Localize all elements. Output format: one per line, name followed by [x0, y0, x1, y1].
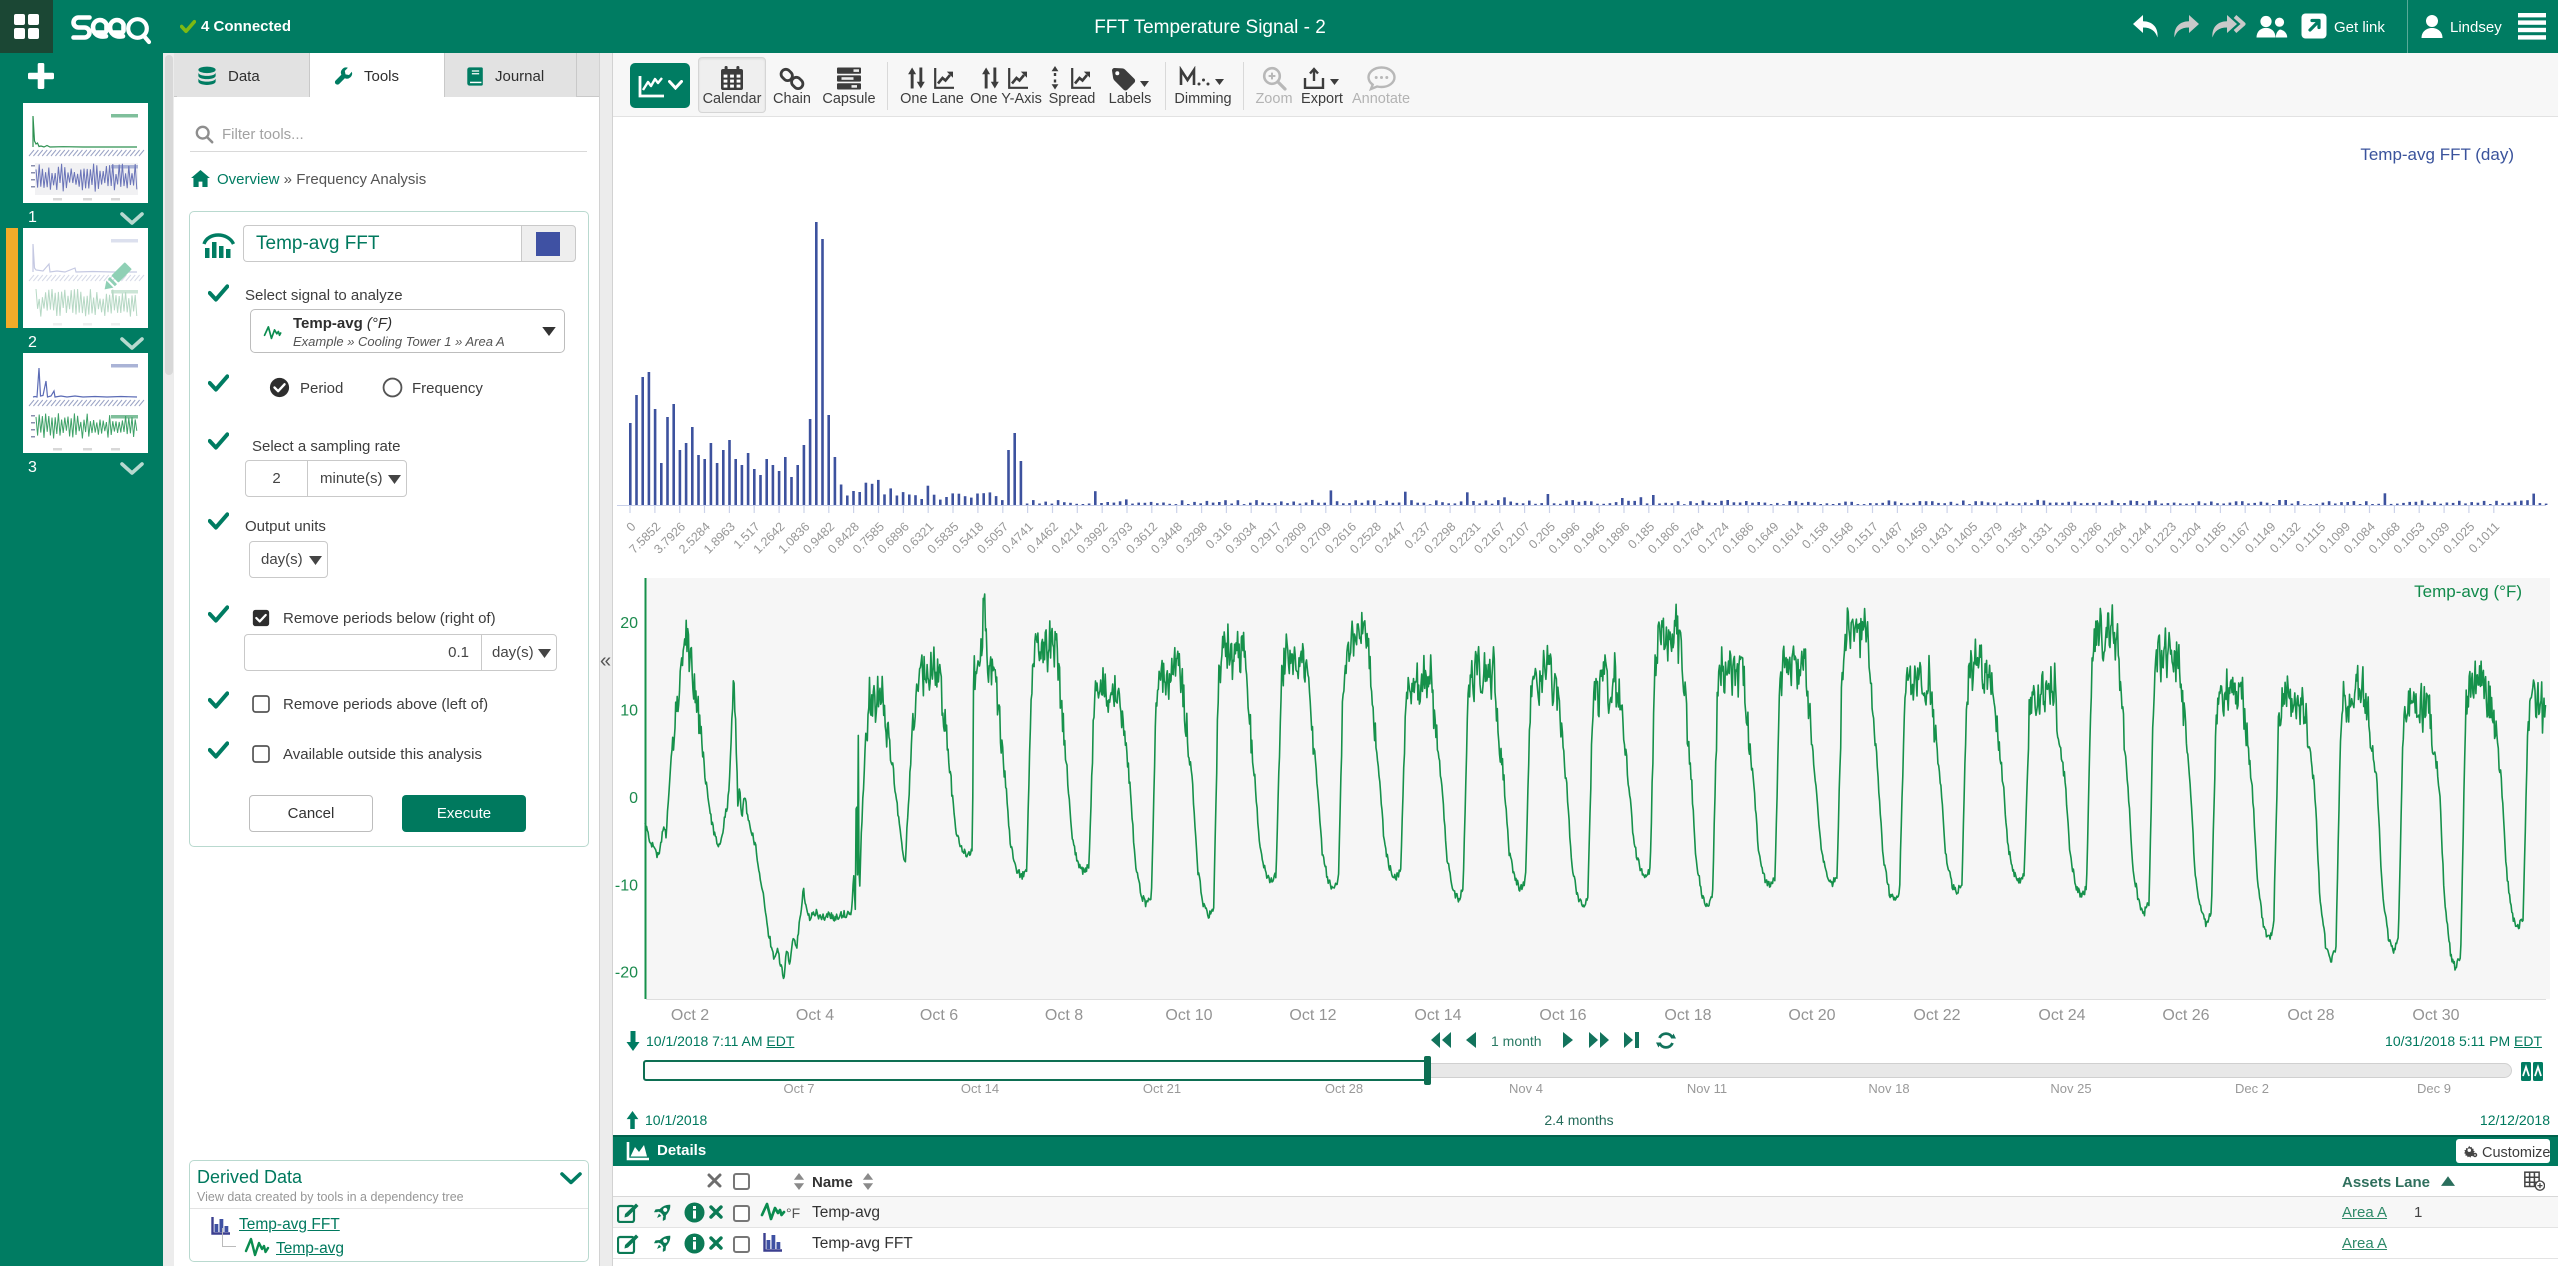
svg-text:Oct 18: Oct 18 — [1664, 1007, 1711, 1024]
svg-text:Oct 16: Oct 16 — [1539, 1007, 1586, 1024]
svg-text:Oct 30: Oct 30 — [2412, 1007, 2459, 1024]
svg-text:Oct 6: Oct 6 — [920, 1007, 958, 1024]
svg-text:Oct 12: Oct 12 — [1289, 1007, 1336, 1024]
svg-text:Oct 14: Oct 14 — [1414, 1007, 1461, 1024]
svg-text:-20: -20 — [615, 965, 638, 982]
svg-text:Oct 22: Oct 22 — [1913, 1007, 1960, 1024]
svg-text:20: 20 — [620, 615, 638, 632]
svg-text:Oct 2: Oct 2 — [671, 1007, 709, 1024]
svg-text:Oct 24: Oct 24 — [2038, 1007, 2085, 1024]
svg-text:10: 10 — [620, 703, 638, 720]
svg-text:Oct 4: Oct 4 — [796, 1007, 834, 1024]
svg-text:Oct 8: Oct 8 — [1045, 1007, 1083, 1024]
svg-text:Temp‑avg (°F): Temp‑avg (°F) — [2414, 582, 2522, 601]
svg-text:Temp‑avg FFT (day): Temp‑avg FFT (day) — [2360, 145, 2514, 164]
svg-text:Oct 20: Oct 20 — [1788, 1007, 1835, 1024]
svg-text:0: 0 — [624, 520, 639, 535]
svg-text:Oct 10: Oct 10 — [1165, 1007, 1212, 1024]
svg-text:Oct 28: Oct 28 — [2287, 1007, 2334, 1024]
svg-text:Oct 26: Oct 26 — [2162, 1007, 2209, 1024]
svg-text:0: 0 — [629, 790, 638, 807]
svg-text:-10: -10 — [615, 878, 638, 895]
